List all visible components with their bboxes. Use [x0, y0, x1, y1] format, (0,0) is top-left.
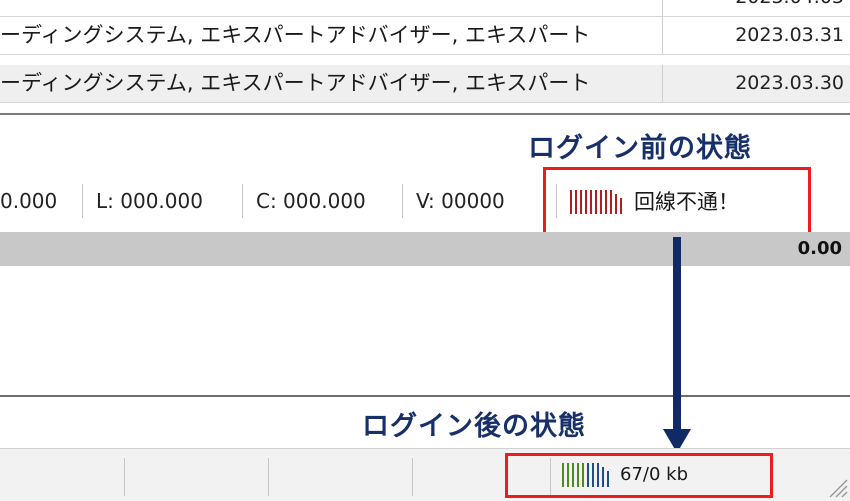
news-date: 2023.03.31 — [735, 24, 844, 46]
news-row[interactable]: ーディングシステム, エキスパートアドバイザー, エキスパート 2023.03.… — [0, 65, 850, 103]
status-separator — [124, 458, 125, 496]
status-separator — [242, 184, 243, 218]
empty-panel — [0, 266, 850, 396]
news-row[interactable]: ーディングシステム, エキスパートアドバイザー, エキスパート 2023.03.… — [0, 17, 850, 55]
balance-bar — [0, 232, 850, 266]
panel-divider[interactable] — [0, 113, 850, 115]
news-subject: ーディングシステム, エキスパートアドバイザー, エキスパート — [0, 17, 663, 54]
open-value: 0.000 — [0, 189, 58, 213]
news-date: 2023.04.03 — [663, 0, 850, 16]
low-value: L: 000.000 — [96, 189, 203, 213]
close-value: C: 000.000 — [256, 189, 366, 213]
news-subject: ーディングシステム, エキスパートアドバイザー, エキスパート — [0, 65, 663, 102]
arrow-down-icon — [663, 237, 691, 453]
highlight-box-after — [505, 453, 773, 498]
news-subject — [0, 0, 663, 16]
news-row[interactable]: 2023.04.03 — [0, 0, 850, 17]
highlight-box-before — [543, 167, 811, 237]
status-separator — [268, 458, 269, 496]
annotation-after-login: ログイン後の状態 — [362, 411, 586, 442]
balance-value: 0.00 — [797, 238, 842, 259]
volume-value: V: 00000 — [416, 189, 505, 213]
news-date: 2023.03.30 — [735, 72, 844, 94]
status-separator — [82, 184, 83, 218]
annotation-before-login: ログイン前の状態 — [528, 133, 752, 164]
panel-divider[interactable] — [0, 395, 850, 397]
resize-grip-icon[interactable] — [826, 476, 848, 498]
status-separator — [412, 458, 413, 496]
status-separator — [402, 184, 403, 218]
